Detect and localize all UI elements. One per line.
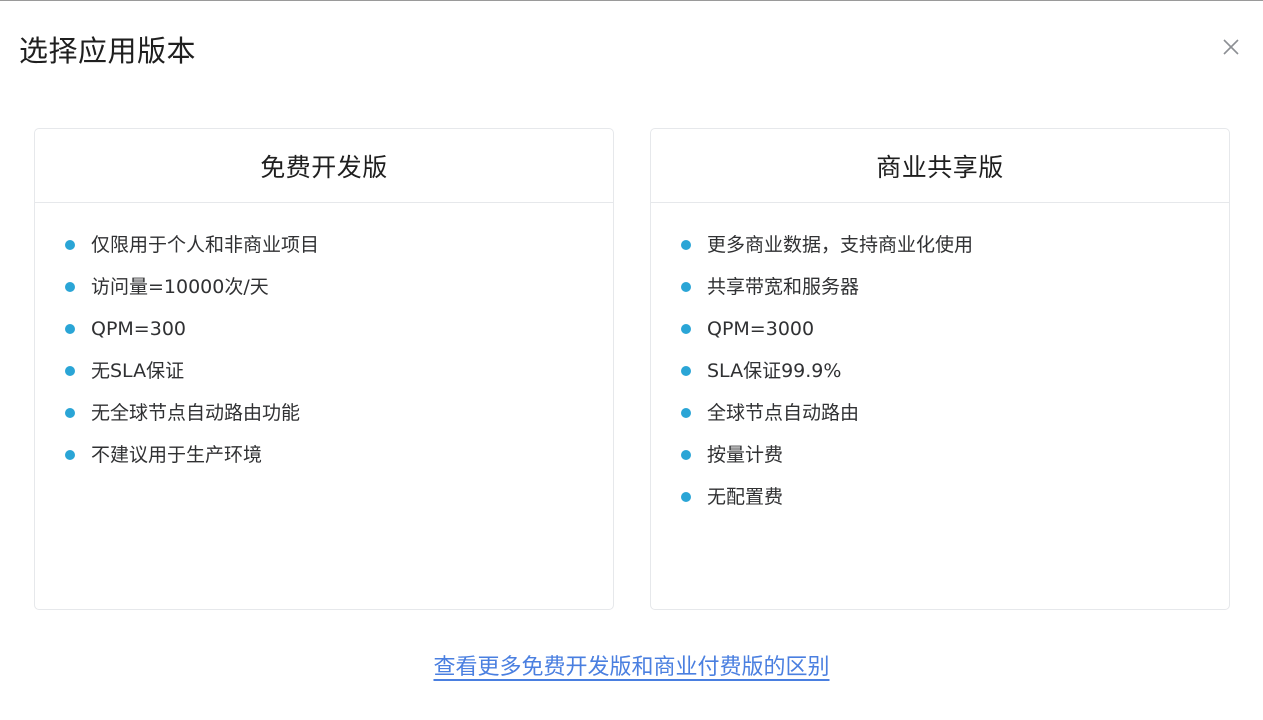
close-icon [1223,39,1239,55]
feature-label: 按量计费 [707,444,784,466]
plan-title: 免费开发版 [260,152,388,182]
feature-item: 全球节点自动路由 [681,397,1229,439]
feature-item: QPM=3000 [681,313,1229,355]
feature-label: 无配置费 [707,486,784,508]
select-version-dialog: 选择应用版本 免费开发版 仅限用于个人和非商业项目 访问量=10000次/天 Q… [0,0,1263,720]
feature-list: 仅限用于个人和非商业项目 访问量=10000次/天 QPM=300 无SLA保证… [35,203,613,481]
dialog-title: 选择应用版本 [19,34,197,68]
plan-card-commercial[interactable]: 商业共享版 更多商业数据，支持商业化使用 共享带宽和服务器 QPM=3000 S… [650,128,1230,610]
bullet-dot [65,366,75,376]
compare-versions-link[interactable]: 查看更多免费开发版和商业付费版的区别 [433,655,829,680]
bullet-dot [681,324,691,334]
feature-item: 按量计费 [681,439,1229,481]
bullet-dot [681,492,691,502]
feature-item: 共享带宽和服务器 [681,271,1229,313]
feature-item: SLA保证99.9% [681,355,1229,397]
feature-item: 无全球节点自动路由功能 [65,397,613,439]
feature-label: 全球节点自动路由 [707,402,860,424]
bullet-dot [681,240,691,250]
bullet-dot [65,408,75,418]
bullet-dot [65,282,75,292]
bullet-dot [65,240,75,250]
plan-card-header: 商业共享版 [651,129,1229,203]
bullet-dot [681,408,691,418]
compare-link-row: 查看更多免费开发版和商业付费版的区别 [0,649,1263,681]
plan-card-free[interactable]: 免费开发版 仅限用于个人和非商业项目 访问量=10000次/天 QPM=300 … [34,128,614,610]
bullet-dot [681,282,691,292]
feature-label: 共享带宽和服务器 [707,276,860,298]
feature-label: 无全球节点自动路由功能 [91,402,301,424]
feature-label: 不建议用于生产环境 [91,444,263,466]
feature-item: 无SLA保证 [65,355,613,397]
feature-label: 更多商业数据，支持商业化使用 [707,234,974,256]
bullet-dot [681,366,691,376]
bullet-dot [65,324,75,334]
feature-item: 访问量=10000次/天 [65,271,613,313]
feature-item: 不建议用于生产环境 [65,439,613,481]
plan-card-header: 免费开发版 [35,129,613,203]
feature-label: 仅限用于个人和非商业项目 [91,234,320,256]
close-button[interactable] [1220,36,1242,58]
feature-item: QPM=300 [65,313,613,355]
plan-title: 商业共享版 [876,152,1004,182]
bullet-dot [681,450,691,460]
feature-item: 仅限用于个人和非商业项目 [65,229,613,271]
feature-label: 无SLA保证 [91,360,185,382]
feature-item: 无配置费 [681,481,1229,523]
feature-list: 更多商业数据，支持商业化使用 共享带宽和服务器 QPM=3000 SLA保证99… [651,203,1229,523]
feature-label: QPM=300 [91,318,186,340]
feature-label: 访问量=10000次/天 [91,276,269,298]
feature-item: 更多商业数据，支持商业化使用 [681,229,1229,271]
feature-label: QPM=3000 [707,318,815,340]
feature-label: SLA保证99.9% [707,360,842,382]
bullet-dot [65,450,75,460]
